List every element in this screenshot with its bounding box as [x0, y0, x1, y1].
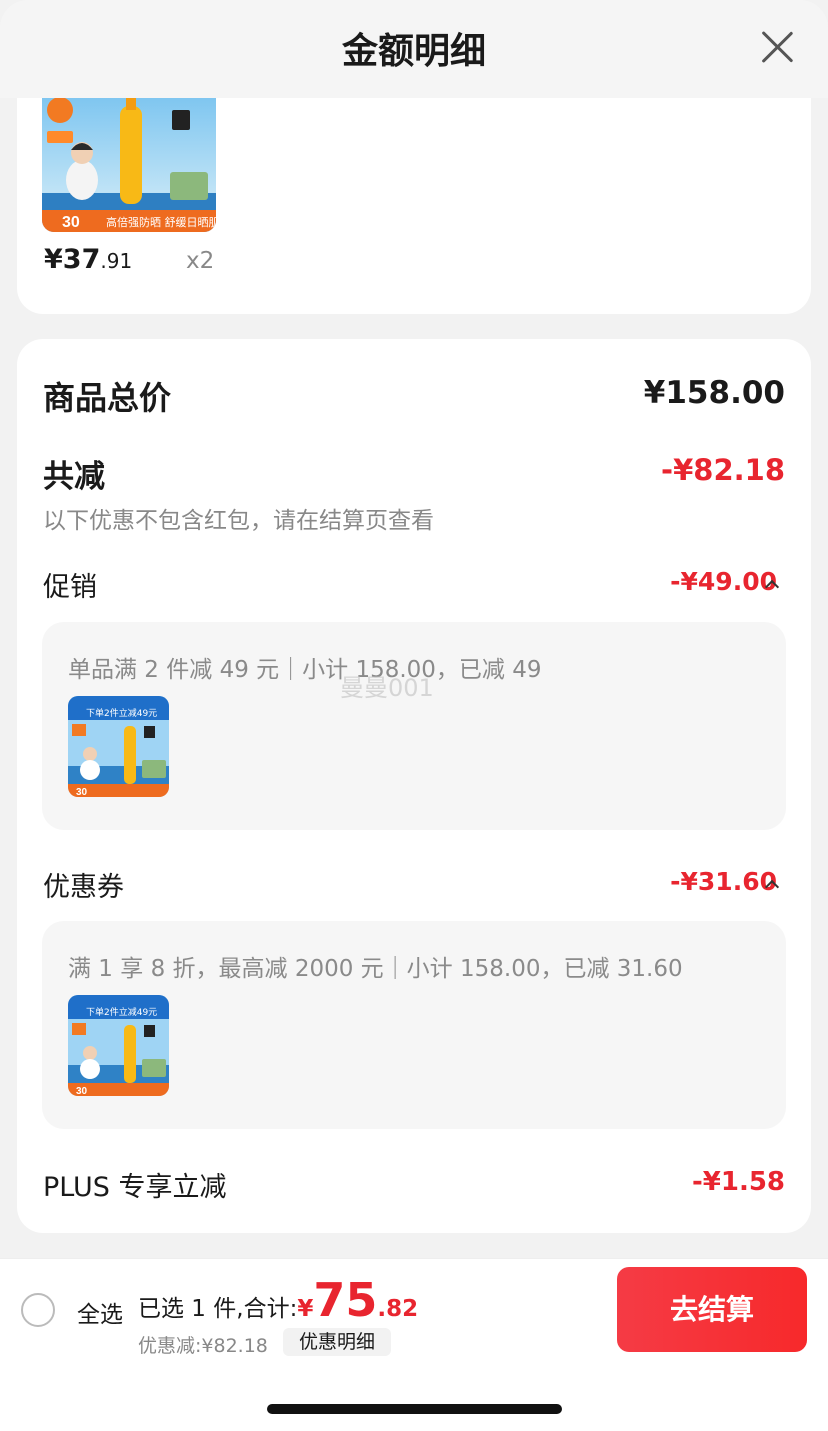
selected-count-text: 已选 1 件,合计:: [138, 1296, 298, 1322]
home-area: [0, 1358, 828, 1431]
discount-summary: 优惠减:¥82.18: [138, 1335, 268, 1357]
total-price-value: ¥158.00: [643, 375, 785, 411]
select-all-checkbox[interactable]: [21, 1293, 55, 1327]
svg-text:30: 30: [62, 214, 80, 231]
price-integer: ¥37: [44, 244, 101, 275]
svg-text:30: 30: [76, 1086, 88, 1096]
product-price: ¥37.91: [44, 244, 132, 275]
total-integer: 75: [313, 1273, 378, 1327]
product-quantity: x2: [186, 248, 215, 274]
watermark: 曼曼001: [340, 674, 434, 702]
svg-text:下单2件立减49元: 下单2件立减49元: [86, 1006, 157, 1018]
reduce-note: 以下优惠不包含红包，请在结算页查看: [43, 508, 434, 534]
promotion-product-thumb[interactable]: 下单2件立减49元 30: [68, 696, 169, 797]
close-icon[interactable]: [758, 28, 796, 66]
promotion-value[interactable]: -¥49.00: [670, 567, 777, 596]
promotion-detail-text: 单品满 2 件减 49 元｜小计 158.00，已减 49: [68, 657, 542, 683]
home-indicator[interactable]: [267, 1404, 562, 1414]
svg-text:高倍强防晒 舒缓日晒肌: 高倍强防晒 舒缓日晒肌: [106, 215, 216, 229]
coupon-value[interactable]: -¥31.60: [670, 867, 777, 896]
coupon-detail-box: 满 1 享 8 折，最高减 2000 元｜小计 158.00，已减 31.60 …: [42, 921, 786, 1129]
checkout-button[interactable]: 去结算: [617, 1267, 807, 1352]
amount-detail-card: 商品总价 ¥158.00 共减 -¥82.18 以下优惠不包含红包，请在结算页查…: [17, 339, 811, 1233]
product-image[interactable]: 30 高倍强防晒 舒缓日晒肌: [42, 98, 216, 232]
total-reduce-value: -¥82.18: [661, 453, 785, 487]
checkout-bar: 全选 已选 1 件,合计:¥75.82 优惠减:¥82.18 优惠明细 去结算: [0, 1258, 828, 1358]
promotion-label: 促销: [43, 572, 97, 603]
total-price-label: 商品总价: [43, 379, 172, 417]
coupon-detail-text: 满 1 享 8 折，最高减 2000 元｜小计 158.00，已减 31.60: [68, 956, 683, 982]
total-decimal: .82: [377, 1296, 419, 1322]
product-card: 30 高倍强防晒 舒缓日晒肌 ¥37.91 x2: [17, 98, 811, 314]
coupon-product-thumb[interactable]: 下单2件立减49元 30: [68, 995, 169, 1096]
selected-total: 已选 1 件,合计:¥75.82: [138, 1273, 418, 1327]
discount-detail-button[interactable]: 优惠明细: [283, 1328, 391, 1356]
total-reduce-label: 共减: [43, 459, 105, 495]
plus-discount-value: -¥1.58: [691, 1167, 785, 1197]
plus-discount-label: PLUS 专享立减: [43, 1172, 227, 1203]
svg-text:30: 30: [76, 787, 88, 797]
promotion-detail-box: 单品满 2 件减 49 元｜小计 158.00，已减 49 下单2件立减49元 …: [42, 622, 786, 830]
svg-text:下单2件立减49元: 下单2件立减49元: [86, 707, 157, 719]
select-all-label[interactable]: 全选: [77, 1295, 123, 1329]
page-title: 金额明细: [341, 31, 486, 72]
modal-header: 金额明细: [0, 0, 828, 98]
currency-symbol: ¥: [297, 1296, 314, 1322]
price-decimal: .91: [100, 249, 133, 273]
coupon-label: 优惠券: [43, 872, 124, 903]
